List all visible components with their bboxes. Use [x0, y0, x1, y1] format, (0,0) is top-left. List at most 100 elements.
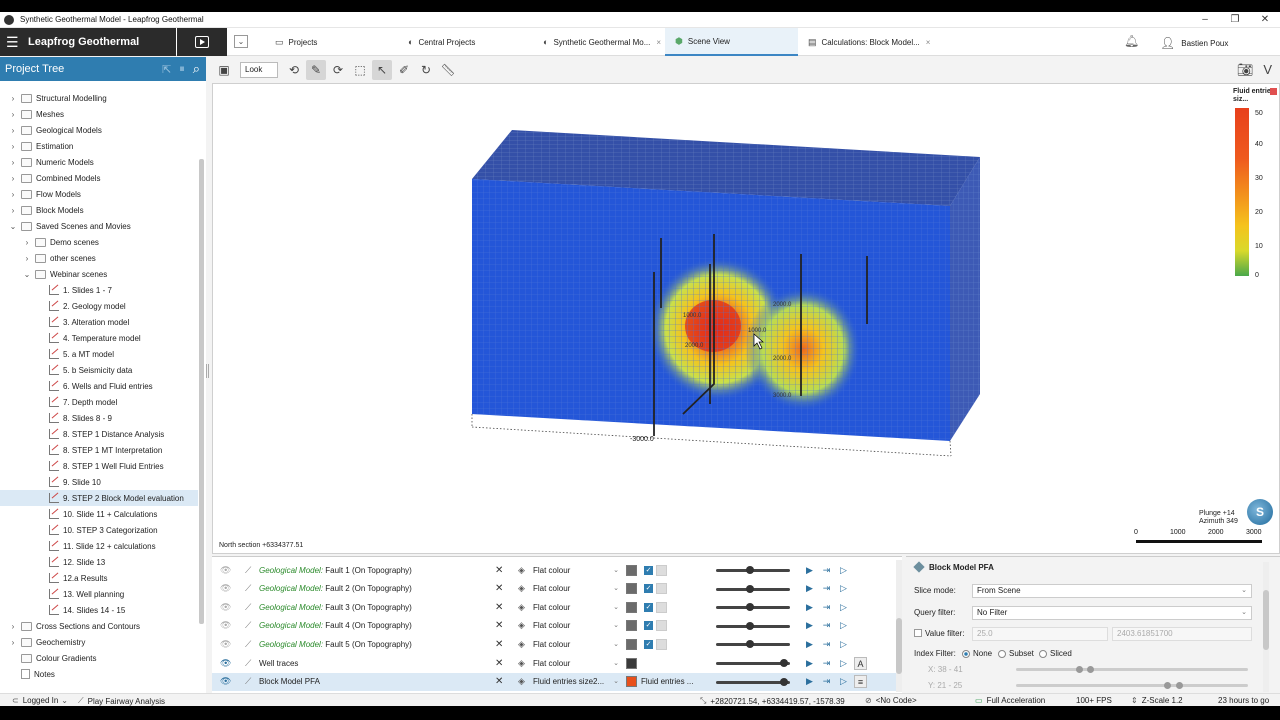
- tabs-dropdown-button[interactable]: ⌄: [234, 35, 248, 48]
- draw-pencil-icon[interactable]: ✎: [306, 59, 326, 80]
- opacity-slider-thumb[interactable]: [780, 659, 788, 667]
- opacity-slider-thumb[interactable]: [746, 621, 754, 630]
- tree-item[interactable]: 5. b Seismicity data: [0, 362, 198, 378]
- search-icon[interactable]: ⌕: [193, 61, 200, 77]
- tree-item[interactable]: › Cross Sections and Contours: [0, 618, 198, 634]
- colour-swatch[interactable]: [626, 676, 637, 688]
- chevron-right-icon[interactable]: ›: [8, 158, 18, 167]
- eye-icon[interactable]: 👁︎: [220, 583, 231, 594]
- zscale-status[interactable]: ⇕ Z-Scale 1.2: [1131, 696, 1183, 705]
- tree-item[interactable]: › Flow Models: [0, 186, 198, 202]
- tree-item[interactable]: › Block Models: [0, 202, 198, 218]
- tree-item[interactable]: 10. Slide 11 + Calculations: [0, 506, 198, 522]
- tab-calculations[interactable]: ▤ Calculations: Block Model... ×: [808, 28, 930, 56]
- x-range-thumb-max[interactable]: [1087, 666, 1094, 673]
- y-range-slider[interactable]: [1016, 684, 1248, 687]
- eye-icon[interactable]: 👁︎: [220, 676, 231, 687]
- opacity-slider-thumb[interactable]: [746, 640, 754, 649]
- secondary-swatch[interactable]: [656, 620, 667, 632]
- notification-bell-icon[interactable]: 🔔︎: [1124, 34, 1139, 48]
- colour-swatch[interactable]: [626, 657, 637, 669]
- select-arrow-icon[interactable]: ↖: [372, 59, 392, 80]
- chevron-right-icon[interactable]: ›: [22, 254, 32, 263]
- chevron-right-icon[interactable]: ›: [8, 638, 18, 647]
- export-action-icon[interactable]: ▷: [837, 564, 850, 577]
- restore-icon[interactable]: ❐: [1220, 14, 1250, 25]
- panel-resize-handle[interactable]: [206, 364, 209, 378]
- secondary-swatch[interactable]: [656, 638, 667, 650]
- eye-icon[interactable]: 👁︎: [220, 658, 231, 669]
- play-action-icon[interactable]: ▶: [803, 619, 816, 632]
- look-select[interactable]: Look: [240, 61, 278, 78]
- tree-item[interactable]: 13. Well planning: [0, 586, 198, 602]
- close-icon[interactable]: ✕: [1250, 14, 1280, 25]
- eye-icon[interactable]: 👁︎: [220, 639, 231, 650]
- remove-icon[interactable]: ✕: [495, 676, 503, 687]
- remove-icon[interactable]: ✕: [495, 602, 503, 613]
- slice-action-icon[interactable]: ⇥: [820, 582, 833, 595]
- chevron-right-icon[interactable]: ›: [8, 94, 18, 103]
- tree-item[interactable]: › Combined Models: [0, 170, 198, 186]
- remove-icon[interactable]: ✕: [495, 658, 503, 669]
- play-action-icon[interactable]: ▶: [803, 638, 816, 651]
- x-range-slider[interactable]: [1016, 668, 1248, 671]
- tree-item[interactable]: 10. STEP 3 Categorization: [0, 522, 198, 538]
- remove-icon[interactable]: ✕: [495, 565, 503, 576]
- tree-item[interactable]: Colour Gradients: [0, 650, 198, 666]
- play-action-icon[interactable]: ▶: [803, 601, 816, 614]
- value-filter-checkbox[interactable]: [914, 629, 922, 637]
- view-list-icon[interactable]: ▣: [214, 60, 234, 80]
- value-filter-max[interactable]: 2403.61851700: [1112, 627, 1252, 641]
- opacity-slider[interactable]: [716, 680, 790, 684]
- camera-icon[interactable]: 📷︎: [1237, 62, 1254, 78]
- version-icon[interactable]: V: [1263, 62, 1272, 78]
- query-filter-select[interactable]: No Filter ⌄: [972, 606, 1252, 620]
- slice-mode-select[interactable]: From Scene ⌄: [972, 584, 1252, 598]
- tree-item[interactable]: 12.a Results: [0, 570, 198, 586]
- colour-select-2[interactable]: Fluid entries ...: [641, 677, 693, 686]
- tree-item[interactable]: 12. Slide 13: [0, 554, 198, 570]
- colour-swatch[interactable]: [626, 601, 637, 613]
- shape-row[interactable]: 👁︎ ⟋ Geological Model: Fault 2 (On Topogra…: [212, 580, 896, 598]
- tab-central-projects[interactable]: ◐ Central Projects: [408, 28, 475, 56]
- secondary-swatch[interactable]: [656, 601, 667, 613]
- colour-select[interactable]: Flat colour ⌄: [533, 621, 619, 630]
- tree-item[interactable]: › other scenes: [0, 250, 198, 266]
- shape-list-scrollbar[interactable]: [896, 560, 902, 692]
- export-action-icon[interactable]: ▷: [837, 638, 850, 651]
- refresh-icon[interactable]: ↻: [416, 60, 436, 80]
- index-filter-subset[interactable]: Subset: [998, 649, 1034, 658]
- tree-item[interactable]: ⌄ Webinar scenes: [0, 266, 198, 282]
- chevron-down-icon[interactable]: ⌄: [22, 270, 32, 279]
- slice-action-icon[interactable]: ⇥: [820, 675, 833, 688]
- tree-item[interactable]: › Geological Models: [0, 122, 198, 138]
- tab-close-icon[interactable]: ×: [926, 38, 931, 47]
- logged-in-status[interactable]: ⊂ Logged In ⌄: [12, 696, 72, 705]
- slice-action-icon[interactable]: ⇥: [820, 619, 833, 632]
- tree-item[interactable]: 9. STEP 2 Block Model evaluation: [0, 490, 198, 506]
- scroll-thumb[interactable]: [896, 618, 902, 674]
- tree-item[interactable]: › Meshes: [0, 106, 198, 122]
- legend-toggle-icon[interactable]: ≡: [854, 675, 867, 689]
- eye-icon[interactable]: 👁︎: [220, 602, 231, 613]
- tree-item[interactable]: 9. Slide 10: [0, 474, 198, 490]
- analysis-status[interactable]: ⟋ Play Fairway Analysis: [78, 696, 165, 706]
- slice-box-icon[interactable]: ⬚: [350, 60, 370, 80]
- chevron-down-icon[interactable]: ⌄: [8, 222, 18, 231]
- export-action-icon[interactable]: ▷: [837, 657, 850, 670]
- colour-select[interactable]: Fluid entries size2... ⌄: [533, 677, 619, 686]
- colour-select[interactable]: Flat colour ⌄: [533, 584, 619, 593]
- y-range-thumb-max[interactable]: [1176, 682, 1183, 689]
- properties-scrollbar[interactable]: [1263, 562, 1269, 692]
- slice-action-icon[interactable]: ⇥: [820, 657, 833, 670]
- shape-row[interactable]: 👁︎ ⟋ Geological Model: Fault 3 (On Topogra…: [212, 598, 896, 616]
- checkbox-checked[interactable]: ✓: [644, 565, 653, 575]
- shape-row[interactable]: 👁︎ ⟋ Geological Model: Fault 1 (On Topogra…: [212, 561, 896, 579]
- slice-action-icon[interactable]: ⇥: [820, 601, 833, 614]
- tree-item[interactable]: 8. STEP 1 MT Interpretation: [0, 442, 198, 458]
- hamburger-menu-icon[interactable]: ☰: [6, 34, 22, 51]
- block-model-3d[interactable]: -3000.0 1000.0 2000.0 2000.0 3000.0 1000…: [213, 84, 1279, 553]
- tree-item[interactable]: 8. STEP 1 Distance Analysis: [0, 426, 198, 442]
- opacity-slider-thumb[interactable]: [746, 603, 754, 612]
- index-filter-sliced[interactable]: Sliced: [1039, 649, 1072, 658]
